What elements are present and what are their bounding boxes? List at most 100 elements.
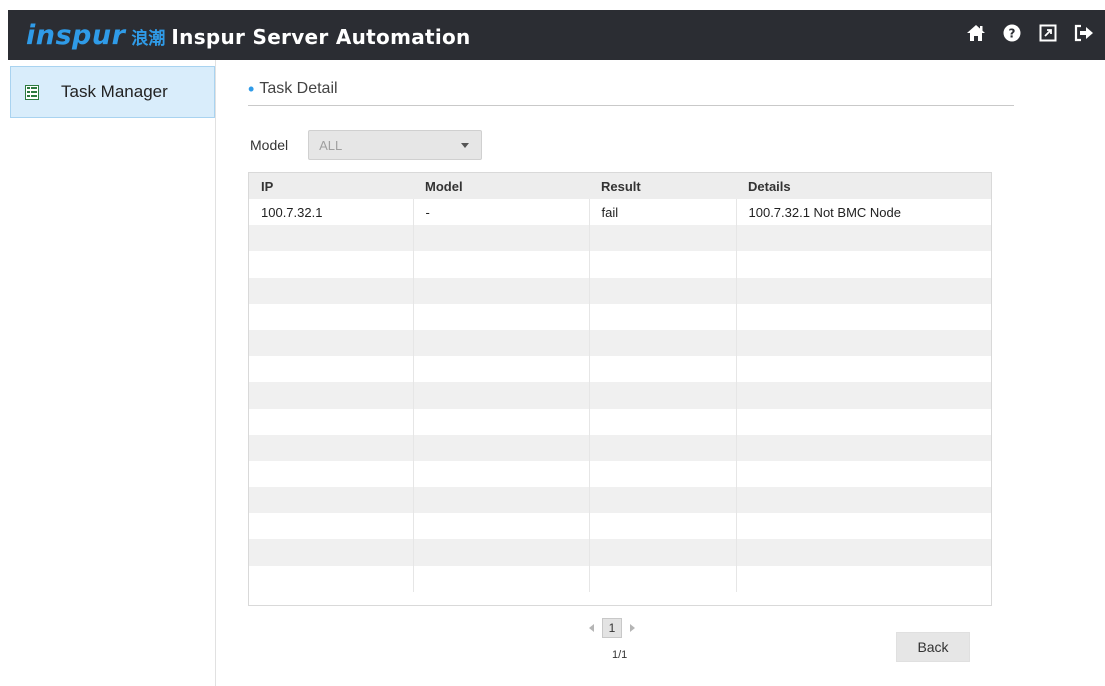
model-filter-label: Model bbox=[250, 137, 289, 153]
table-row[interactable] bbox=[249, 382, 991, 409]
table-cell-details: 100.7.32.1 Not BMC Node bbox=[736, 199, 991, 226]
table-cell-model bbox=[413, 356, 590, 383]
table-cell-details bbox=[736, 251, 991, 278]
table-cell-details bbox=[736, 487, 991, 514]
logo-cn-text: 浪潮 bbox=[131, 29, 166, 49]
table-cell-ip bbox=[249, 565, 414, 592]
table-cell-model bbox=[413, 251, 590, 278]
table-cell-ip bbox=[249, 251, 414, 278]
table-cell-ip bbox=[249, 277, 414, 304]
table-row[interactable] bbox=[249, 356, 991, 383]
table-row[interactable] bbox=[249, 434, 991, 461]
logout-icon[interactable] bbox=[1073, 22, 1095, 44]
table-row[interactable] bbox=[249, 225, 991, 252]
table-row[interactable] bbox=[249, 251, 991, 278]
table-cell-result bbox=[589, 329, 737, 357]
home-icon[interactable] bbox=[965, 22, 987, 44]
table-cell-model bbox=[413, 513, 590, 540]
table-cell-model bbox=[413, 434, 590, 461]
table-cell-ip bbox=[249, 329, 414, 357]
table-cell-details bbox=[736, 565, 991, 592]
sidebar-item-task-manager[interactable]: Task Manager bbox=[10, 66, 215, 118]
table-cell-details bbox=[736, 225, 991, 252]
table-row[interactable]: 100.7.32.1- fail 100.7.32.1 Not BMC Node bbox=[249, 199, 991, 226]
table-cell-model bbox=[413, 382, 590, 409]
table-cell-details bbox=[736, 539, 991, 566]
table-row[interactable] bbox=[249, 460, 991, 488]
table-header-row: IP Model Result Details bbox=[249, 173, 991, 199]
table-cell-model bbox=[413, 408, 590, 435]
table-cell-ip bbox=[249, 513, 414, 540]
table-cell-result bbox=[589, 251, 737, 278]
page-number-button[interactable]: 1 bbox=[602, 618, 622, 638]
title-bullet: • bbox=[248, 79, 255, 99]
column-header-details[interactable]: Details bbox=[736, 173, 991, 199]
table-cell-result bbox=[589, 487, 737, 514]
table-cell-details bbox=[736, 434, 991, 461]
table-cell-ip bbox=[249, 225, 414, 252]
app-title: Inspur Server Automation bbox=[171, 25, 471, 49]
table-row[interactable] bbox=[249, 513, 991, 540]
header-actions: ? bbox=[965, 22, 1095, 44]
table-cell-details bbox=[736, 303, 991, 330]
table-cell-result bbox=[589, 303, 737, 330]
table-row[interactable] bbox=[249, 408, 991, 435]
column-header-model[interactable]: Model bbox=[413, 173, 589, 199]
prev-page-icon[interactable] bbox=[589, 624, 594, 632]
table-cell-ip bbox=[249, 382, 414, 409]
table-cell-model: - bbox=[413, 199, 590, 226]
brand-logo: inspur 浪潮 Inspur Server Automation bbox=[26, 20, 471, 51]
table-row[interactable] bbox=[249, 487, 991, 514]
table-cell-model bbox=[413, 565, 590, 592]
table-cell-result bbox=[589, 225, 737, 252]
task-detail-table: IP Model Result Details 100.7.32.1- fail 1… bbox=[248, 172, 992, 606]
table-row[interactable] bbox=[249, 277, 991, 304]
table-cell-ip bbox=[249, 487, 414, 514]
page-title-bar: • Task Detail bbox=[248, 80, 1014, 106]
pagination: 1 bbox=[589, 618, 635, 638]
table-cell-model bbox=[413, 329, 590, 357]
table-cell-result bbox=[589, 460, 737, 488]
table-cell-result bbox=[589, 565, 737, 592]
table-cell-ip: 100.7.32.1 bbox=[249, 199, 414, 226]
table-cell-model bbox=[413, 225, 590, 252]
table-cell-model bbox=[413, 487, 590, 514]
model-filter: Model ALL bbox=[250, 130, 483, 160]
app-header: inspur 浪潮 Inspur Server Automation ? bbox=[0, 0, 1105, 60]
table-cell-details bbox=[736, 382, 991, 409]
sidebar: Task Manager bbox=[8, 60, 216, 686]
column-header-ip[interactable]: IP bbox=[249, 173, 413, 199]
help-icon[interactable]: ? bbox=[1001, 22, 1023, 44]
sidebar-item-label: Task Manager bbox=[61, 82, 168, 101]
table-cell-result bbox=[589, 382, 737, 409]
table-row[interactable] bbox=[249, 565, 991, 592]
logo-wordmark: inspur bbox=[26, 20, 126, 51]
table-cell-details bbox=[736, 513, 991, 540]
back-button[interactable]: Back bbox=[896, 632, 970, 662]
page-title-text: Task Detail bbox=[259, 80, 338, 97]
svg-text:?: ? bbox=[1009, 27, 1016, 41]
header-bar: inspur 浪潮 Inspur Server Automation ? bbox=[8, 10, 1105, 60]
table-cell-ip bbox=[249, 434, 414, 461]
page-info: 1/1 bbox=[612, 649, 628, 661]
table-cell-result bbox=[589, 356, 737, 383]
table-cell-details bbox=[736, 277, 991, 304]
table-cell-result bbox=[589, 539, 737, 566]
table-cell-ip bbox=[249, 460, 414, 488]
export-icon[interactable] bbox=[1037, 22, 1059, 44]
table-row[interactable] bbox=[249, 303, 991, 330]
column-header-result[interactable]: Result bbox=[589, 173, 736, 199]
table-row[interactable] bbox=[249, 329, 991, 357]
table-cell-ip bbox=[249, 408, 414, 435]
task-list-icon bbox=[25, 84, 39, 100]
table-cell-result bbox=[589, 408, 737, 435]
table-cell-ip bbox=[249, 539, 414, 566]
table-cell-details bbox=[736, 329, 991, 357]
table-cell-model bbox=[413, 460, 590, 488]
table-cell-model bbox=[413, 303, 590, 330]
table-cell-ip bbox=[249, 303, 414, 330]
table-cell-details bbox=[736, 356, 991, 383]
next-page-icon[interactable] bbox=[630, 624, 635, 632]
table-row[interactable] bbox=[249, 539, 991, 566]
model-select[interactable]: ALL bbox=[308, 130, 483, 160]
